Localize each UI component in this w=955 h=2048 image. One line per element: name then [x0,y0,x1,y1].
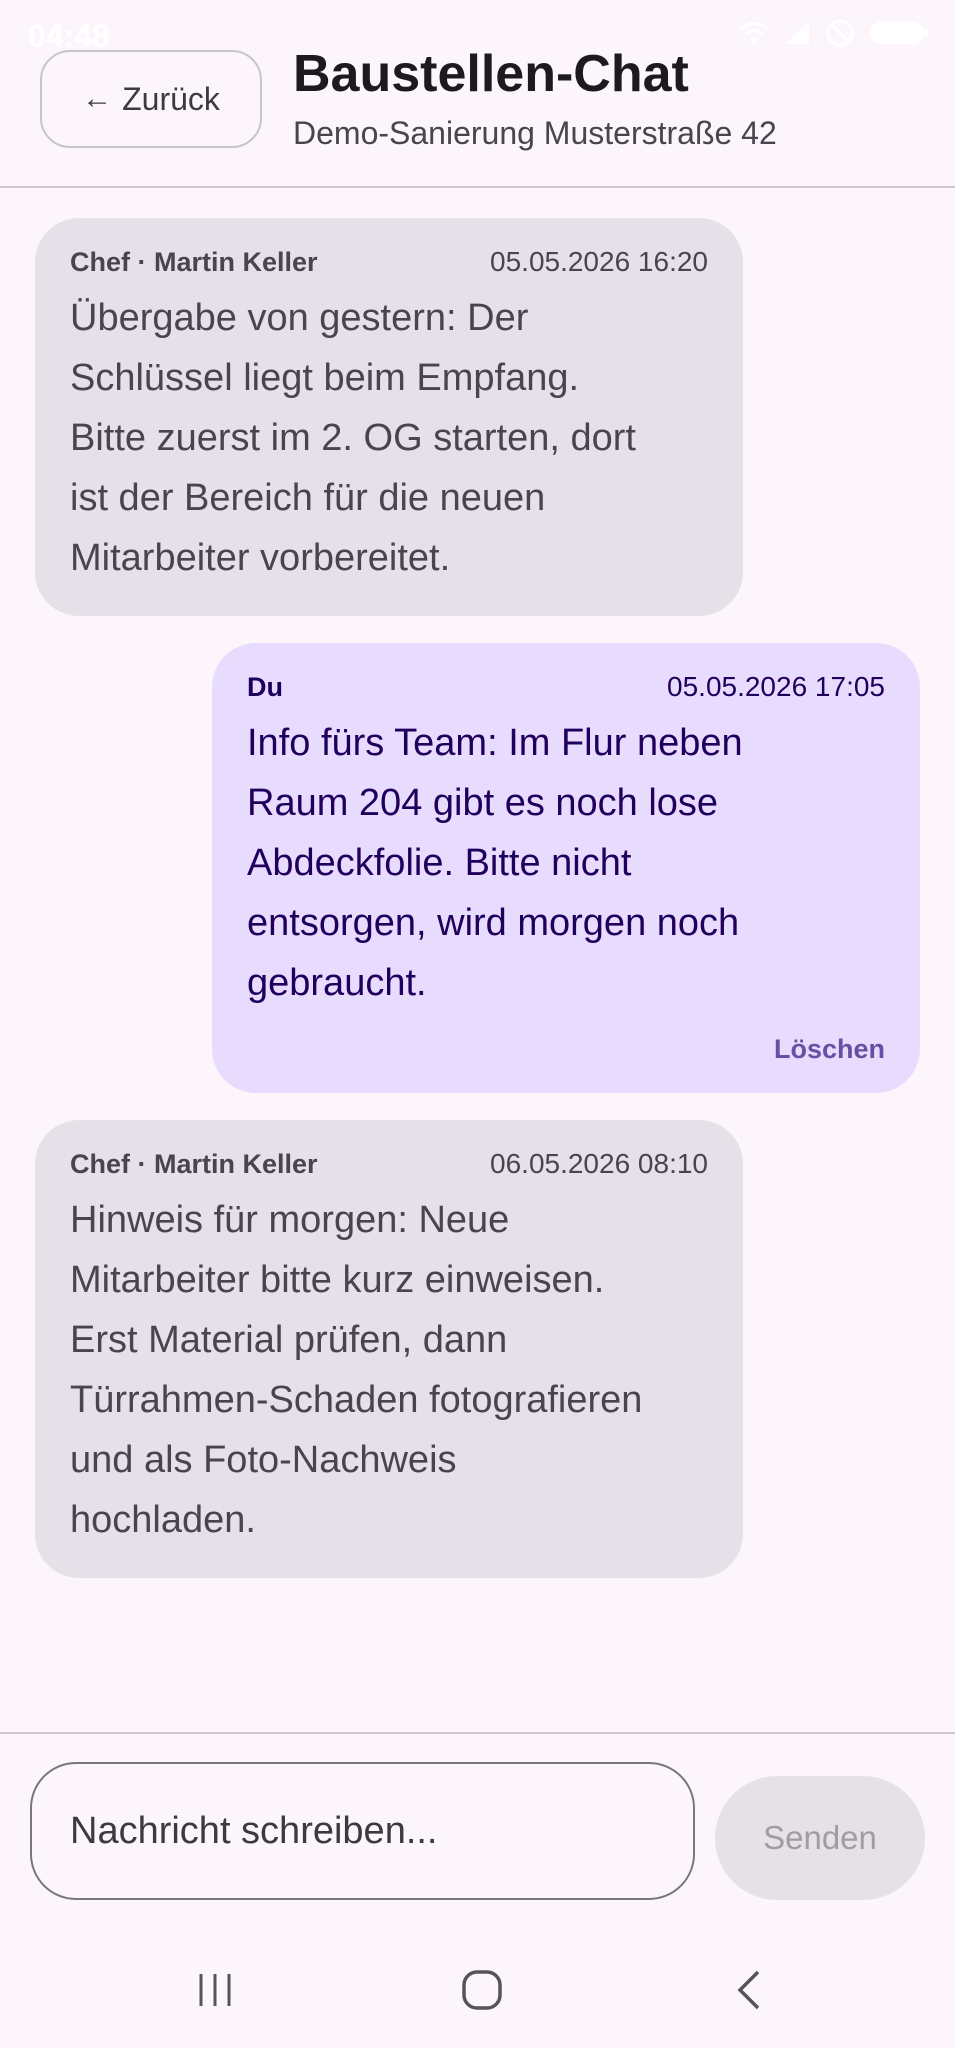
recent-apps-icon[interactable] [185,1960,245,2020]
message-line: und als Foto-Nachweis [70,1439,457,1481]
message-line: Schlüssel liegt beim Empfang. [70,357,580,399]
home-icon[interactable] [452,1960,512,2020]
back-nav-icon[interactable] [720,1960,780,2020]
back-button-label: Zurück [122,80,220,117]
message-line: Info fürs Team: Im Flur neben [247,722,743,764]
message-text: Hinweis für morgen: Neue Mitarbeiter bit… [70,1190,708,1550]
message-sender: Chef · Martin Keller [70,1149,318,1179]
message-line: Raum 204 gibt es noch lose [247,782,719,824]
message-line: Erst Material prüfen, dann [70,1319,508,1361]
message-line: Hinweis für morgen: Neue [70,1199,510,1241]
message-line: Bitte zuerst im 2. OG starten, dort [70,417,636,459]
message-composer: Senden [0,1732,955,1914]
message-text: Info fürs Team: Im Flur neben Raum 204 g… [247,713,885,1013]
message-line: Übergabe von gestern: Der [70,297,529,339]
page-title: Baustellen-Chat [293,45,689,103]
message-line: Türrahmen-Schaden fotografieren [70,1379,643,1421]
system-nav-bar [0,1930,955,2048]
message-timestamp: 05.05.2026 16:20 [490,246,708,277]
message-sender: Chef · Martin Keller [70,247,318,277]
message-line: Abdeckfolie. Bitte nicht [247,842,632,884]
message-line: Mitarbeiter vorbereitet. [70,537,451,579]
message-line: Mitarbeiter bitte kurz einweisen. [70,1259,605,1301]
back-button[interactable]: ← Zurück [40,50,262,148]
chat-header: ← Zurück Baustellen-Chat Demo-Sanierung … [0,0,955,188]
message-text: Übergabe von gestern: Der Schlüssel lieg… [70,288,708,588]
message-timestamp: 05.05.2026 17:05 [667,671,885,702]
message-bubble-outgoing: Du 05.05.2026 17:05 Info fürs Team: Im F… [212,643,920,1093]
message-bubble-incoming: Chef · Martin Keller 06.05.2026 08:10 Hi… [35,1120,743,1578]
back-arrow-icon: ← [82,82,113,115]
message-sender: Du [247,672,283,702]
page-subtitle: Demo-Sanierung Musterstraße 42 [293,115,777,151]
send-button[interactable]: Senden [715,1776,925,1900]
message-line: entsorgen, wird morgen noch [247,902,740,944]
message-line: hochladen. [70,1499,256,1541]
message-input[interactable] [30,1762,695,1900]
message-line: ist der Bereich für die neuen [70,477,546,519]
delete-message-button[interactable]: Löschen [774,1034,885,1065]
message-bubble-incoming: Chef · Martin Keller 05.05.2026 16:20 Üb… [35,218,743,616]
message-line: gebraucht. [247,962,427,1004]
message-timestamp: 06.05.2026 08:10 [490,1148,708,1179]
